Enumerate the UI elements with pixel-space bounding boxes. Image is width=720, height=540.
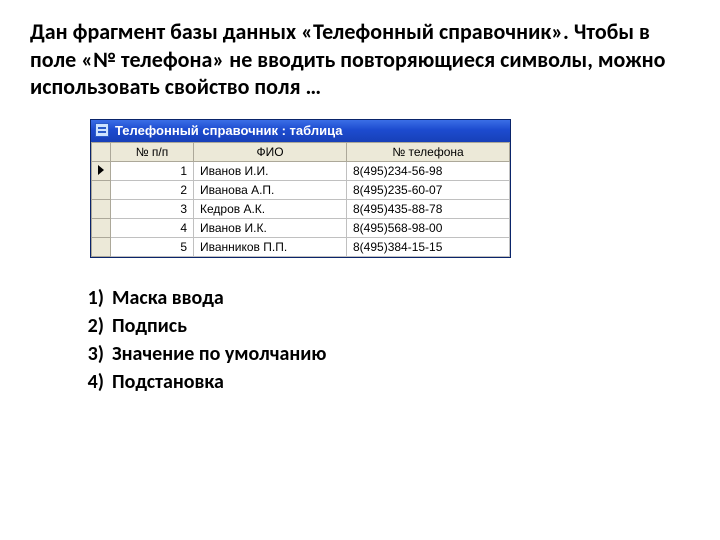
window-titlebar: Телефонный справочник : таблица <box>91 120 510 142</box>
answer-option: 3) Значение по умолчанию <box>82 340 690 368</box>
cell-num: 2 <box>111 180 194 199</box>
table-row: 2 Иванова А.П. 8(495)235-60-07 <box>92 180 510 199</box>
cell-tel: 8(495)234-56-98 <box>347 161 510 180</box>
table-row: 4 Иванов И.К. 8(495)568-98-00 <box>92 218 510 237</box>
answer-text: Значение по умолчанию <box>112 340 326 368</box>
table-row: 1 Иванов И.И. 8(495)234-56-98 <box>92 161 510 180</box>
question-text: Дан фрагмент базы данных «Телефонный спр… <box>30 18 690 101</box>
answer-marker: 4) <box>82 368 104 396</box>
col-header-num: № п/п <box>111 142 194 161</box>
cell-tel: 8(495)235-60-07 <box>347 180 510 199</box>
window-title-text: Телефонный справочник : таблица <box>115 123 342 138</box>
answer-text: Подстановка <box>112 368 224 396</box>
cell-fio: Иванов И.К. <box>194 218 347 237</box>
cell-num: 3 <box>111 199 194 218</box>
col-header-fio: ФИО <box>194 142 347 161</box>
data-grid: № п/п ФИО № телефона 1 Иванов И.И. 8(495… <box>91 142 510 257</box>
row-selector <box>92 218 111 237</box>
cell-num: 5 <box>111 237 194 256</box>
row-selector <box>92 237 111 256</box>
cell-fio: Иванников П.П. <box>194 237 347 256</box>
cell-tel: 8(495)435-88-78 <box>347 199 510 218</box>
current-row-marker-icon <box>98 165 104 175</box>
cell-num: 1 <box>111 161 194 180</box>
cell-fio: Кедров А.К. <box>194 199 347 218</box>
answer-text: Подпись <box>112 312 187 340</box>
answer-option: 4) Подстановка <box>82 368 690 396</box>
table-row: 3 Кедров А.К. 8(495)435-88-78 <box>92 199 510 218</box>
cell-tel: 8(495)384-15-15 <box>347 237 510 256</box>
cell-fio: Иванова А.П. <box>194 180 347 199</box>
answer-text: Маска ввода <box>112 284 224 312</box>
table-row: 5 Иванников П.П. 8(495)384-15-15 <box>92 237 510 256</box>
answer-marker: 2) <box>82 312 104 340</box>
answer-option: 1) Маска ввода <box>82 284 690 312</box>
access-table-window: Телефонный справочник : таблица № п/п ФИ… <box>90 119 511 258</box>
cell-tel: 8(495)568-98-00 <box>347 218 510 237</box>
answers-list: 1) Маска ввода 2) Подпись 3) Значение по… <box>82 284 690 396</box>
answer-marker: 3) <box>82 340 104 368</box>
row-selector <box>92 161 111 180</box>
row-selector-header <box>92 142 111 161</box>
col-header-tel: № телефона <box>347 142 510 161</box>
cell-fio: Иванов И.И. <box>194 161 347 180</box>
row-selector <box>92 180 111 199</box>
screenshot-wrapper: Телефонный справочник : таблица № п/п ФИ… <box>90 119 690 258</box>
datasheet-icon <box>95 123 109 137</box>
answer-option: 2) Подпись <box>82 312 690 340</box>
row-selector <box>92 199 111 218</box>
cell-num: 4 <box>111 218 194 237</box>
answer-marker: 1) <box>82 284 104 312</box>
